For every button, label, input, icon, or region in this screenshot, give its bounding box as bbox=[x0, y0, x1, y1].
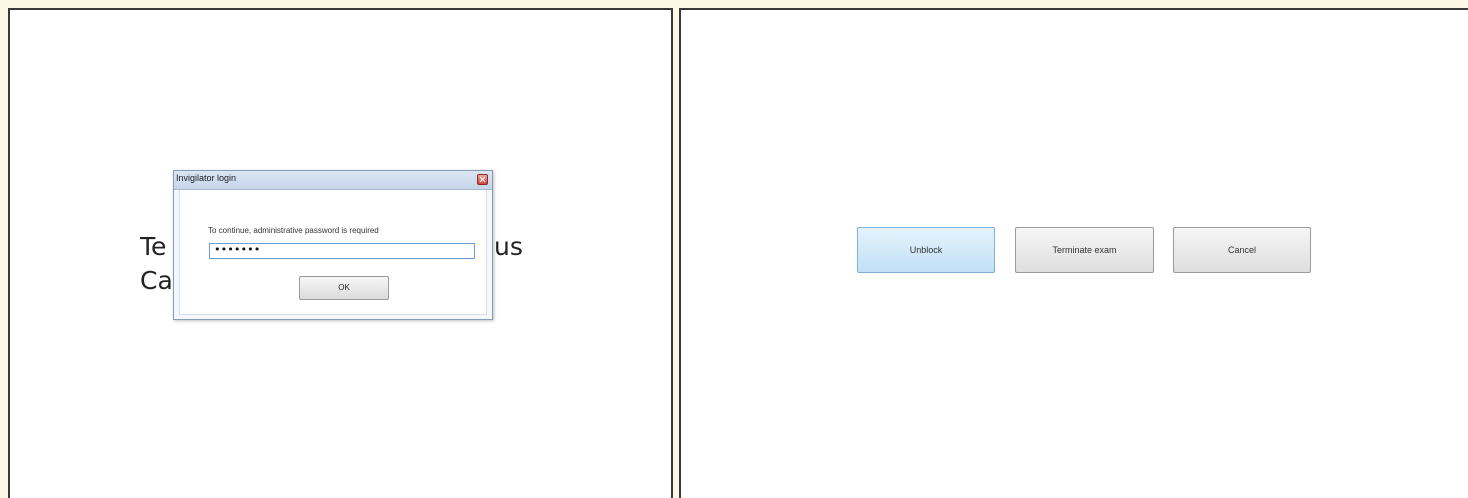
background-text-line2-start: Ca bbox=[140, 266, 173, 295]
background-text-line1-start: Te bbox=[140, 232, 167, 261]
background-text-line1-end: us bbox=[494, 232, 523, 261]
dialog-titlebar[interactable]: Invigilator login bbox=[174, 171, 492, 190]
terminate-exam-button[interactable]: Terminate exam bbox=[1015, 227, 1154, 273]
dialog-body: To continue, administrative password is … bbox=[179, 190, 487, 315]
dialog-message: To continue, administrative password is … bbox=[208, 226, 379, 235]
cancel-button[interactable]: Cancel bbox=[1173, 227, 1311, 273]
close-icon[interactable] bbox=[477, 174, 488, 185]
unblock-button[interactable]: Unblock bbox=[857, 227, 995, 273]
screenshot-frame: Te us Ca Invigilator login To continue, … bbox=[0, 0, 1468, 498]
ok-button[interactable]: OK bbox=[299, 276, 389, 300]
invigilator-login-dialog: Invigilator login To continue, administr… bbox=[173, 170, 493, 320]
password-field[interactable]: ••••••• bbox=[209, 243, 475, 259]
dialog-title: Invigilator login bbox=[176, 173, 237, 183]
